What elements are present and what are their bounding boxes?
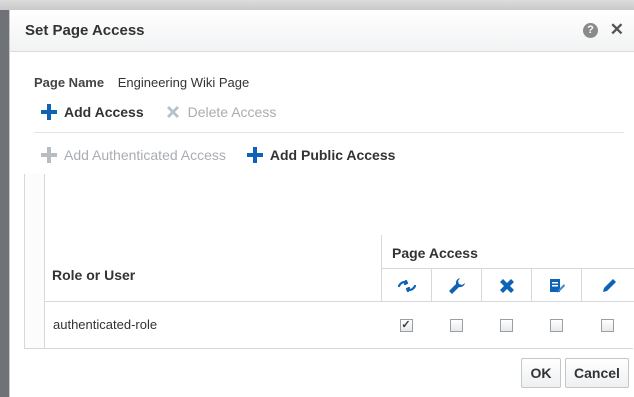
role-cell: authenticated-role (53, 317, 158, 332)
page-access-header: Page Access (392, 245, 478, 261)
delete-icon (499, 278, 514, 293)
add-public-access-label: Add Public Access (269, 147, 396, 163)
close-icon[interactable]: ✕ (610, 20, 624, 40)
update-column-header (582, 269, 634, 302)
customize-permission-checkbox[interactable] (449, 318, 463, 332)
add-public-access-button[interactable]: Add Public Access (246, 146, 396, 164)
edit-permission-cell (531, 302, 581, 348)
page-name-value: Engineering Wiki Page (117, 75, 250, 90)
toolbar-divider (34, 132, 624, 133)
cancel-button[interactable]: Cancel (565, 358, 629, 388)
wrench-icon (448, 277, 465, 294)
permission-checkboxes (381, 302, 634, 348)
table-row[interactable]: authenticated-role (45, 302, 634, 348)
public-access-toolbar: Add Authenticated Access Add Public Acce… (40, 143, 415, 167)
edit-permission-checkbox[interactable] (549, 318, 563, 332)
delete-access-label: Delete Access (187, 104, 277, 120)
access-toolbar: Add Access Delete Access (40, 100, 296, 124)
view-permission-checkbox[interactable] (399, 318, 413, 332)
plus-icon (246, 147, 263, 163)
view-icon (397, 279, 416, 292)
page-name-row: Page Name Engineering Wiki Page (34, 75, 249, 90)
add-access-label: Add Access (64, 104, 144, 120)
page-name-label: Page Name (34, 75, 105, 90)
page-access-columns (382, 268, 634, 302)
ok-button[interactable]: OK (521, 358, 561, 388)
view-permission-cell (381, 302, 431, 348)
delete-permission-checkbox[interactable] (499, 318, 513, 332)
add-authenticated-access-label: Add Authenticated Access (64, 147, 226, 163)
customize-permission-cell (431, 302, 481, 348)
dialog-title: Set Page Access (25, 22, 145, 39)
set-page-access-dialog: Set Page Access ? ✕ Page Name Engineerin… (9, 9, 634, 397)
delete-access-button[interactable]: Delete Access (164, 103, 277, 121)
plus-icon (41, 104, 57, 120)
delete-permission-cell (481, 302, 531, 348)
plus-icon (41, 147, 57, 163)
pencil-icon (602, 278, 616, 292)
dialog-titlebar: Set Page Access ? ✕ (10, 10, 634, 52)
update-permission-cell (581, 302, 634, 348)
access-table: Role or User Page Access authenticated-r… (24, 174, 634, 349)
add-authenticated-access-button[interactable]: Add Authenticated Access (40, 146, 226, 164)
view-column-header (382, 269, 432, 302)
customize-column-header (432, 269, 482, 302)
update-permission-checkbox[interactable] (601, 318, 614, 332)
role-or-user-header: Role or User (52, 267, 136, 283)
page-access-header-group: Page Access (381, 235, 634, 302)
help-icon[interactable]: ? (583, 23, 598, 38)
edit-page-icon (549, 278, 565, 293)
add-access-button[interactable]: Add Access (40, 103, 144, 121)
edit-column-header (532, 269, 582, 302)
delete-column-header (482, 269, 532, 302)
row-selector-gutter (25, 174, 45, 348)
delete-x-icon (166, 106, 179, 118)
